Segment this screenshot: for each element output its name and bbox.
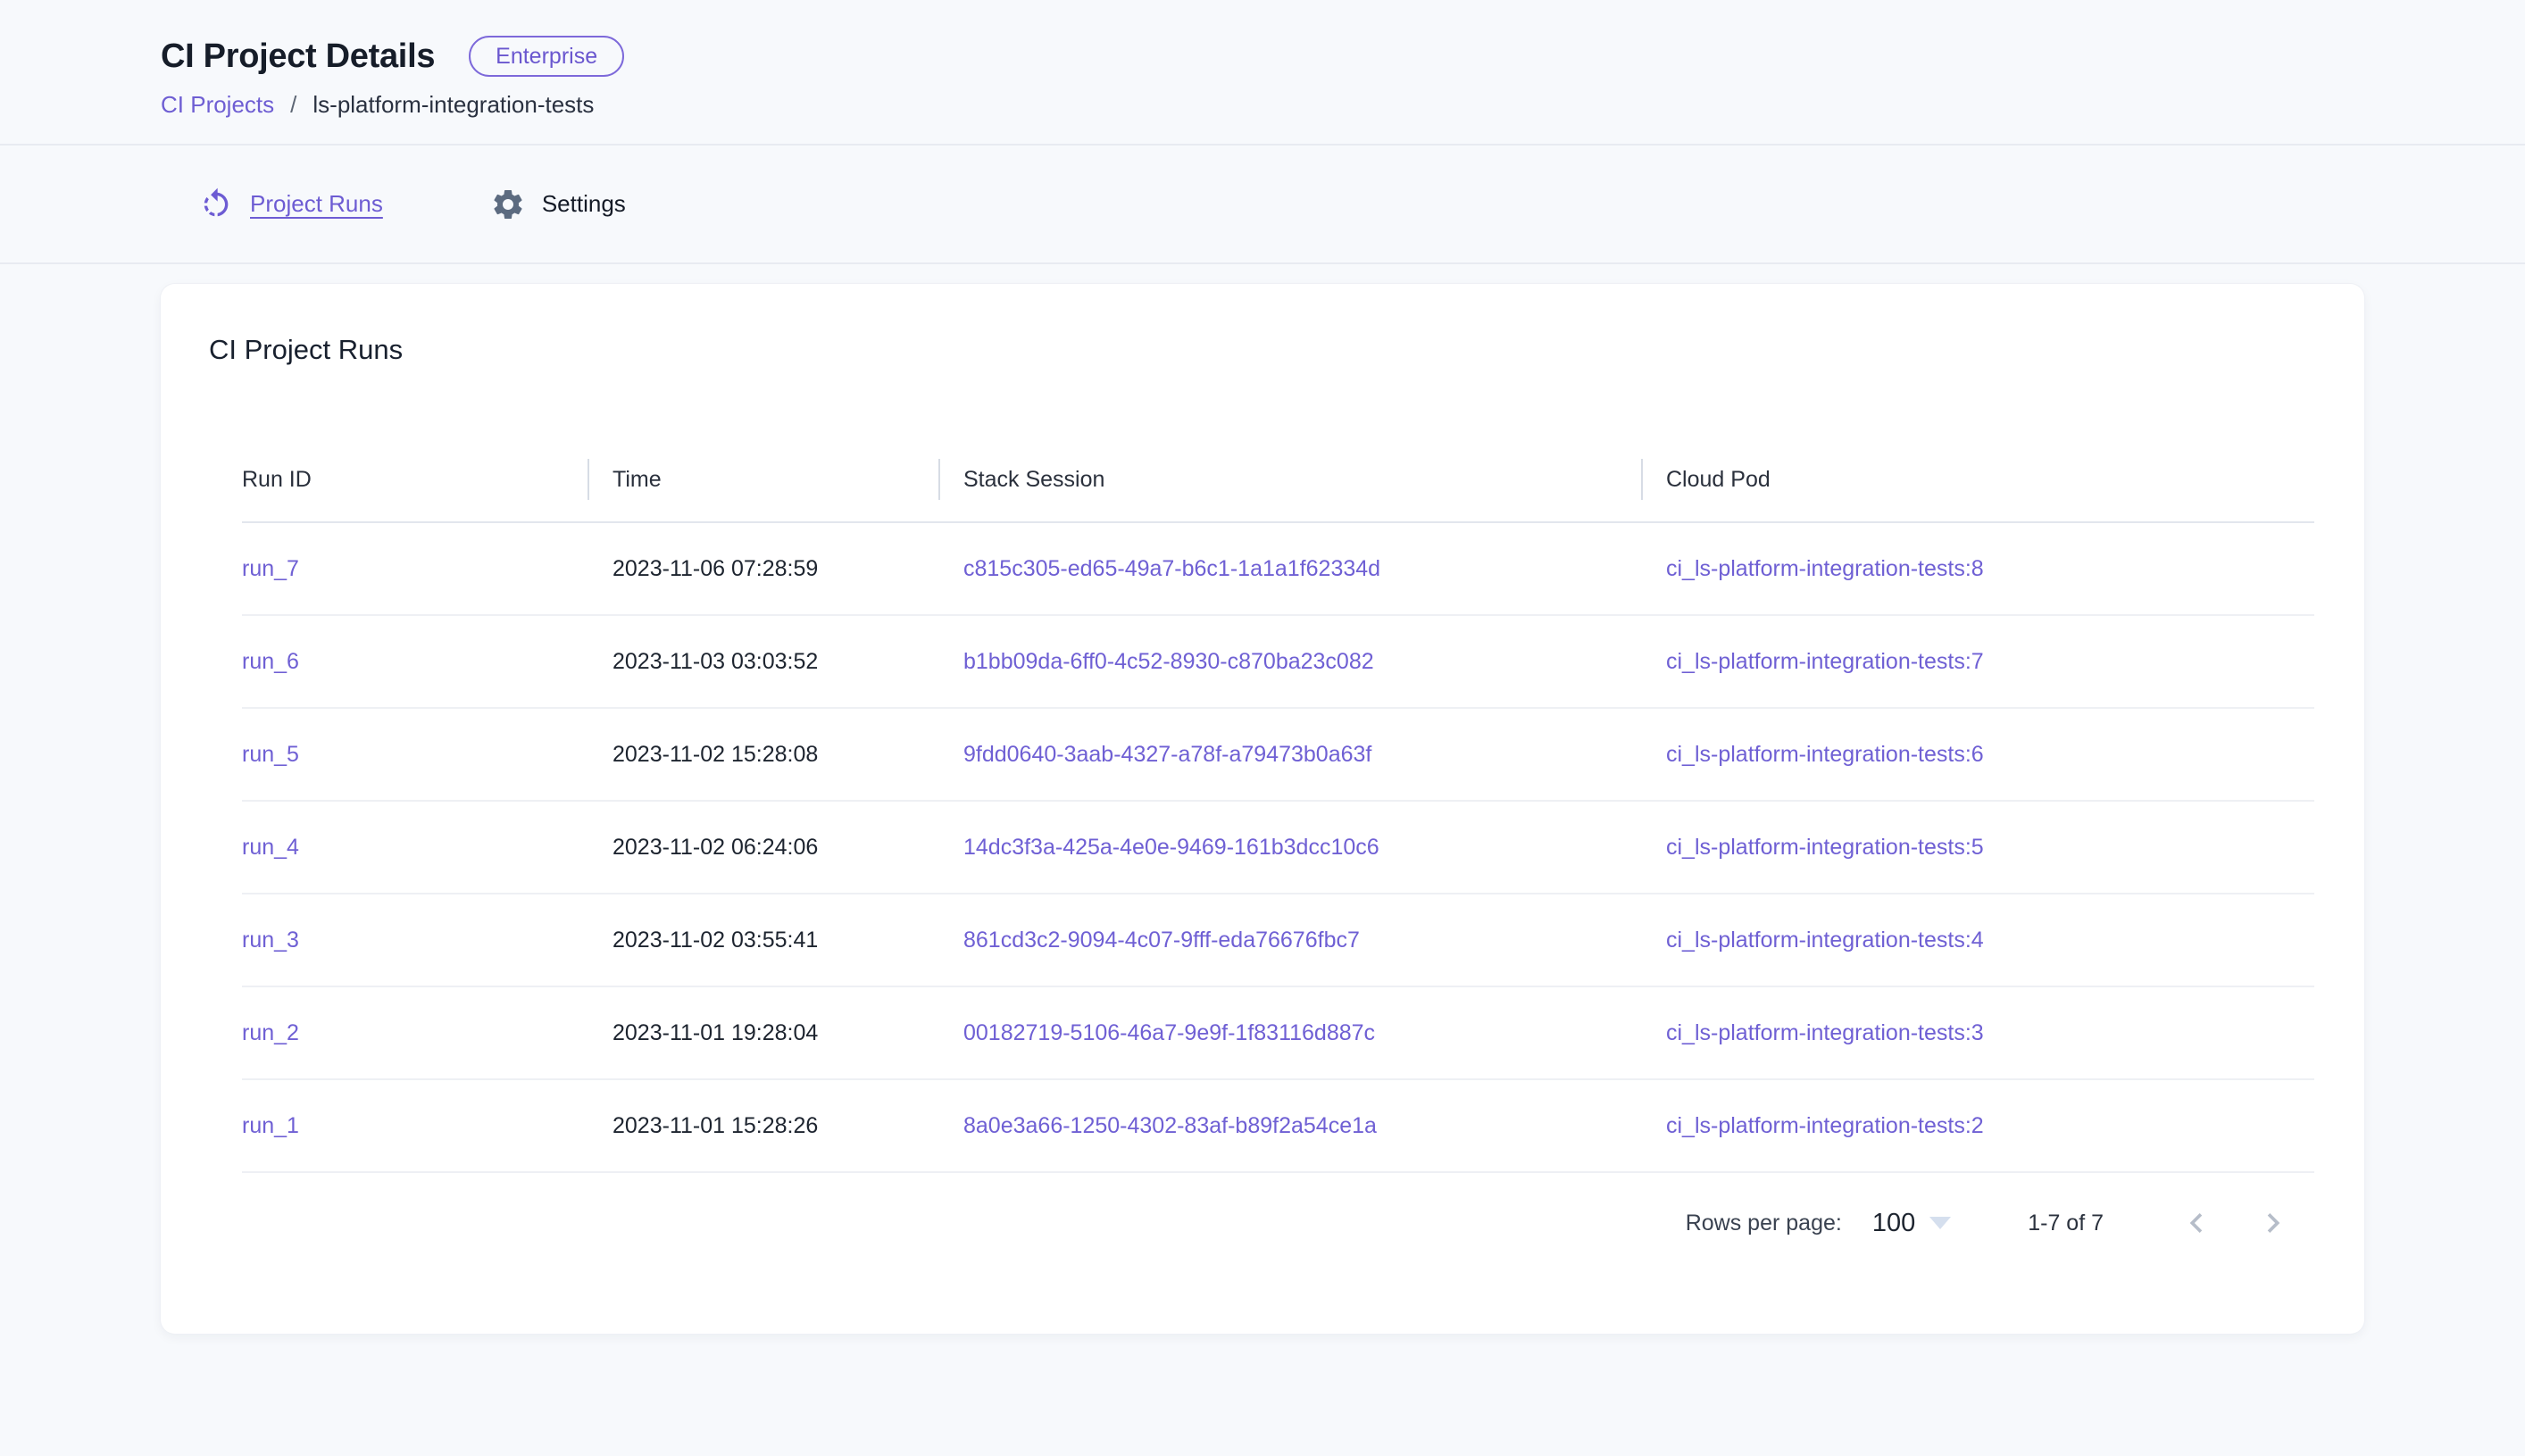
chevron-down-icon [1929, 1217, 1951, 1229]
table-pagination: Rows per page: 100 1-7 of 7 [161, 1203, 2364, 1243]
breadcrumb: CI Projects / ls-platform-integration-te… [161, 91, 2364, 119]
column-divider [588, 459, 589, 500]
pagination-range-label: 1-7 of 7 [2028, 1211, 2104, 1236]
breadcrumb-link-ci-projects[interactable]: CI Projects [161, 91, 274, 119]
cloud-pod-link[interactable]: ci_ls-platform-integration-tests:3 [1666, 1020, 1984, 1045]
ci-project-runs-card: CI Project Runs Run ID Time Stack Sessio… [161, 284, 2364, 1334]
run-id-link[interactable]: run_5 [242, 742, 299, 767]
table-row: run_1 2023-11-01 15:28:26 8a0e3a66-1250-… [242, 1080, 2314, 1173]
tab-project-runs[interactable]: Project Runs [198, 187, 383, 222]
chevron-left-icon [2177, 1203, 2216, 1243]
previous-page-button[interactable] [2177, 1203, 2216, 1243]
rows-per-page-value: 100 [1872, 1209, 1915, 1238]
tab-bar: Project Runs Settings [0, 146, 2525, 264]
table-row: run_6 2023-11-03 03:03:52 b1bb09da-6ff0-… [242, 616, 2314, 709]
breadcrumb-separator: / [290, 91, 296, 119]
table-row: run_4 2023-11-02 06:24:06 14dc3f3a-425a-… [242, 802, 2314, 894]
run-id-link[interactable]: run_7 [242, 556, 299, 581]
tab-settings-label: Settings [542, 190, 626, 218]
ci-project-details-page: CI Project Details Enterprise CI Project… [0, 0, 2525, 1456]
stack-session-link[interactable]: 9fdd0640-3aab-4327-a78f-a79473b0a63f [963, 742, 1371, 767]
breadcrumb-current-project: ls-platform-integration-tests [312, 91, 594, 119]
stack-session-link[interactable]: c815c305-ed65-49a7-b6c1-1a1a1f62334d [963, 556, 1380, 581]
chevron-right-icon [2254, 1203, 2293, 1243]
column-header-cloud-pod: Cloud Pod [1641, 437, 2314, 521]
cloud-pod-link[interactable]: ci_ls-platform-integration-tests:6 [1666, 742, 1984, 767]
rows-per-page-select[interactable]: 100 [1872, 1209, 1951, 1238]
time-cell: 2023-11-03 03:03:52 [588, 649, 938, 675]
cloud-pod-link[interactable]: ci_ls-platform-integration-tests:4 [1666, 928, 1984, 953]
stack-session-link[interactable]: 8a0e3a66-1250-4302-83af-b89f2a54ce1a [963, 1113, 1377, 1138]
table-row: run_5 2023-11-02 15:28:08 9fdd0640-3aab-… [242, 709, 2314, 802]
page-title: CI Project Details [161, 37, 435, 76]
main-content: CI Project Runs Run ID Time Stack Sessio… [0, 264, 2525, 1334]
cloud-pod-link[interactable]: ci_ls-platform-integration-tests:5 [1666, 835, 1984, 860]
enterprise-badge: Enterprise [469, 36, 624, 77]
next-page-button[interactable] [2254, 1203, 2293, 1243]
runs-table: Run ID Time Stack Session Cloud Pod run_… [242, 437, 2314, 1173]
run-id-link[interactable]: run_4 [242, 835, 299, 860]
stack-session-link[interactable]: 14dc3f3a-425a-4e0e-9469-161b3dcc10c6 [963, 835, 1379, 860]
cloud-pod-link[interactable]: ci_ls-platform-integration-tests:7 [1666, 649, 1984, 674]
column-header-run-id: Run ID [242, 437, 588, 521]
run-id-link[interactable]: run_1 [242, 1113, 299, 1138]
time-cell: 2023-11-02 15:28:08 [588, 742, 938, 768]
stack-session-link[interactable]: b1bb09da-6ff0-4c52-8930-c870ba23c082 [963, 649, 1374, 674]
stack-session-link[interactable]: 00182719-5106-46a7-9e9f-1f83116d887c [963, 1020, 1375, 1045]
time-cell: 2023-11-06 07:28:59 [588, 556, 938, 582]
cloud-pod-link[interactable]: ci_ls-platform-integration-tests:8 [1666, 556, 1984, 581]
table-row: run_7 2023-11-06 07:28:59 c815c305-ed65-… [242, 523, 2314, 616]
table-body: run_7 2023-11-06 07:28:59 c815c305-ed65-… [242, 523, 2314, 1173]
run-id-link[interactable]: run_6 [242, 649, 299, 674]
card-title: CI Project Runs [209, 332, 2364, 368]
table-row: run_2 2023-11-01 19:28:04 00182719-5106-… [242, 987, 2314, 1080]
time-cell: 2023-11-02 06:24:06 [588, 835, 938, 861]
column-header-stack-session: Stack Session [938, 437, 1641, 521]
column-header-time: Time [588, 437, 938, 521]
rows-per-page-label: Rows per page: [1686, 1211, 1842, 1236]
history-icon [198, 187, 234, 222]
table-row: run_3 2023-11-02 03:55:41 861cd3c2-9094-… [242, 894, 2314, 987]
gear-icon [490, 187, 526, 222]
page-header: CI Project Details Enterprise CI Project… [0, 0, 2525, 146]
tab-settings[interactable]: Settings [490, 187, 626, 222]
time-cell: 2023-11-02 03:55:41 [588, 928, 938, 953]
run-id-link[interactable]: run_3 [242, 928, 299, 953]
stack-session-link[interactable]: 861cd3c2-9094-4c07-9fff-eda76676fbc7 [963, 928, 1360, 953]
time-cell: 2023-11-01 19:28:04 [588, 1020, 938, 1046]
time-cell: 2023-11-01 15:28:26 [588, 1113, 938, 1139]
table-header-row: Run ID Time Stack Session Cloud Pod [242, 437, 2314, 523]
cloud-pod-link[interactable]: ci_ls-platform-integration-tests:2 [1666, 1113, 1984, 1138]
tab-project-runs-label: Project Runs [250, 190, 383, 218]
column-divider [1641, 459, 1643, 500]
run-id-link[interactable]: run_2 [242, 1020, 299, 1045]
column-divider [938, 459, 940, 500]
